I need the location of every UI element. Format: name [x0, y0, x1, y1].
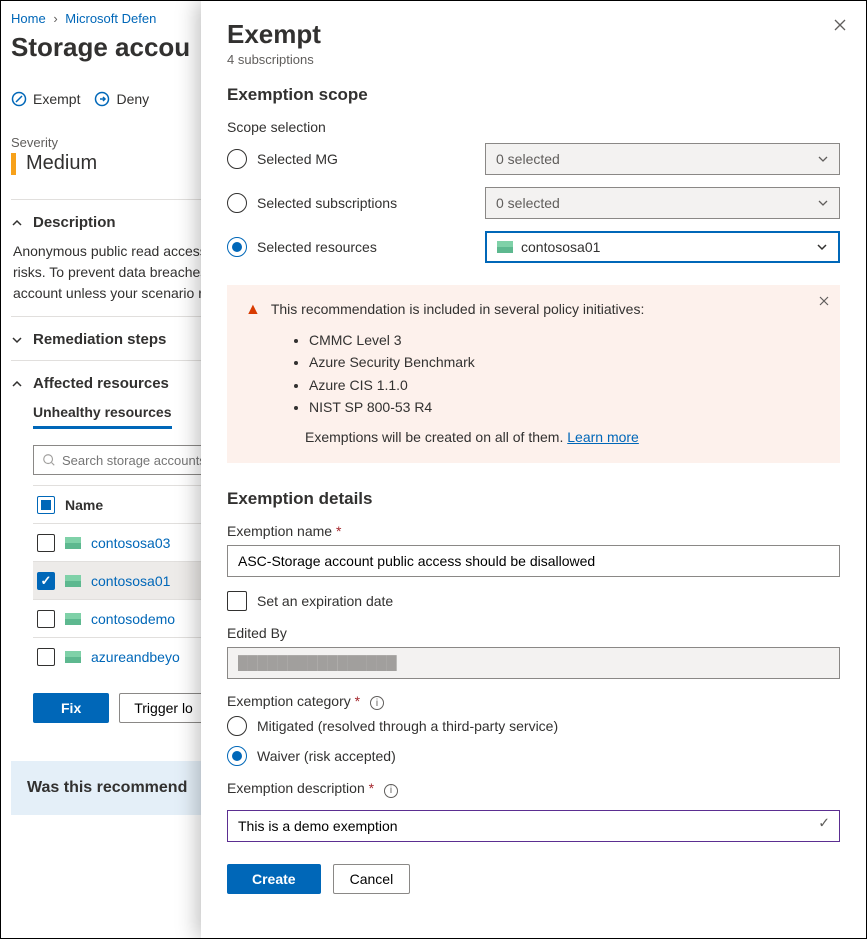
radio-icon — [227, 716, 247, 736]
close-icon — [832, 17, 848, 33]
exempt-icon — [11, 91, 27, 107]
warning-box: ▲ This recommendation is included in sev… — [227, 285, 840, 463]
row-checkbox[interactable] — [37, 648, 55, 666]
details-header: Exemption details — [227, 489, 840, 509]
cancel-button[interactable]: Cancel — [333, 864, 411, 894]
exempt-panel: Exempt 4 subscriptions Exemption scope S… — [201, 1, 866, 938]
resource-link[interactable]: azureandbeyo — [91, 649, 180, 665]
exemption-description-input[interactable] — [227, 810, 840, 842]
close-panel-button[interactable] — [832, 17, 848, 33]
panel-subtitle: 4 subscriptions — [227, 52, 840, 67]
row-checkbox[interactable] — [37, 572, 55, 590]
radio-icon — [227, 746, 247, 766]
exemption-name-label: Exemption name * — [227, 523, 840, 539]
close-icon — [818, 295, 830, 307]
chevron-up-icon — [11, 217, 23, 229]
exempt-action[interactable]: Exempt — [11, 91, 80, 107]
learn-more-link[interactable]: Learn more — [567, 429, 639, 445]
storage-icon — [65, 651, 81, 663]
search-icon — [42, 453, 56, 467]
radio-resources[interactable]: Selected resources — [227, 237, 467, 257]
warning-close-button[interactable] — [818, 295, 830, 307]
storage-icon — [65, 613, 81, 625]
subscriptions-dropdown[interactable]: 0 selected — [485, 187, 840, 219]
radio-mg[interactable]: Selected MG — [227, 149, 467, 169]
resource-link[interactable]: contososa01 — [91, 573, 170, 589]
severity-value: Medium — [26, 152, 97, 175]
chevron-down-icon — [11, 334, 23, 346]
edited-by-input — [227, 647, 840, 679]
severity-bar-icon — [11, 153, 16, 175]
storage-icon — [65, 537, 81, 549]
create-button[interactable]: Create — [227, 864, 321, 894]
tab-unhealthy[interactable]: Unhealthy resources — [33, 404, 172, 429]
chevron-down-icon — [817, 197, 829, 209]
list-item: Azure Security Benchmark — [309, 351, 822, 373]
info-icon[interactable]: i — [370, 696, 384, 710]
radio-icon — [227, 193, 247, 213]
info-icon[interactable]: i — [384, 784, 398, 798]
edited-by-label: Edited By — [227, 625, 840, 641]
mg-dropdown[interactable]: 0 selected — [485, 143, 840, 175]
warning-icon: ▲ — [245, 301, 261, 319]
category-label: Exemption category * i — [227, 693, 840, 711]
panel-title: Exempt — [227, 19, 840, 50]
list-item: Azure CIS 1.1.0 — [309, 374, 822, 396]
breadcrumb-defender[interactable]: Microsoft Defen — [65, 11, 156, 26]
deny-action[interactable]: Deny — [94, 91, 149, 107]
radio-mitigated[interactable]: Mitigated (resolved through a third-part… — [227, 716, 840, 736]
storage-icon — [65, 575, 81, 587]
checkbox-icon — [227, 591, 247, 611]
radio-waiver[interactable]: Waiver (risk accepted) — [227, 746, 840, 766]
row-checkbox[interactable] — [37, 610, 55, 628]
resources-dropdown[interactable]: contososa01 — [485, 231, 840, 263]
fix-button[interactable]: Fix — [33, 693, 109, 723]
scope-header: Exemption scope — [227, 85, 840, 105]
list-item: NIST SP 800-53 R4 — [309, 396, 822, 418]
radio-subscriptions[interactable]: Selected subscriptions — [227, 193, 467, 213]
storage-icon — [497, 241, 513, 253]
warning-lead: This recommendation is included in sever… — [271, 301, 645, 317]
warning-footer: Exemptions will be created on all of the… — [305, 429, 563, 445]
description-label: Exemption description * i — [227, 780, 840, 798]
exemption-name-input[interactable] — [227, 545, 840, 577]
deny-icon — [94, 91, 110, 107]
trigger-button[interactable]: Trigger lo — [119, 693, 208, 723]
chevron-down-icon — [816, 241, 828, 253]
scope-label: Scope selection — [227, 119, 840, 135]
breadcrumb-home[interactable]: Home — [11, 11, 46, 26]
row-checkbox[interactable] — [37, 534, 55, 552]
resource-link[interactable]: contosodemo — [91, 611, 175, 627]
list-item: CMMC Level 3 — [309, 329, 822, 351]
radio-icon — [227, 149, 247, 169]
resource-link[interactable]: contososa03 — [91, 535, 170, 551]
expiration-checkbox-row[interactable]: Set an expiration date — [227, 591, 840, 611]
chevron-down-icon — [817, 153, 829, 165]
select-all-checkbox[interactable] — [37, 496, 55, 514]
chevron-up-icon — [11, 378, 23, 390]
radio-icon — [227, 237, 247, 257]
